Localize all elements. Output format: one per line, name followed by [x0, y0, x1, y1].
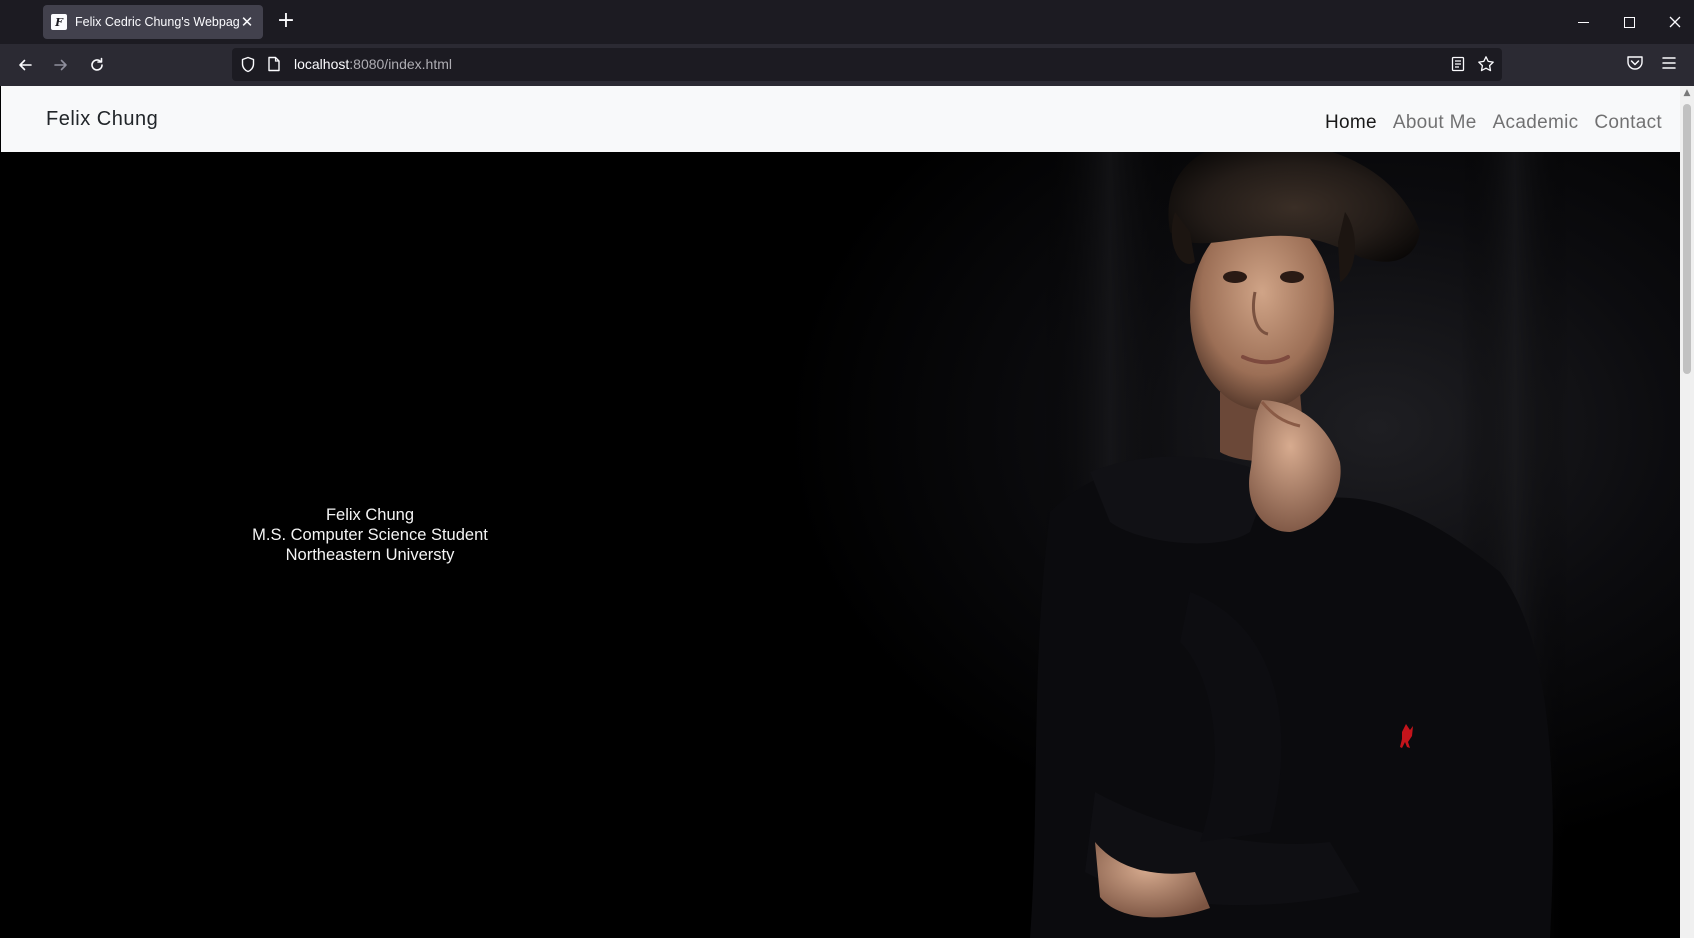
window-close-button[interactable] — [1652, 8, 1694, 36]
nav-home-link[interactable]: Home — [1317, 112, 1385, 134]
arrow-right-icon — [54, 59, 67, 71]
site-brand-link[interactable]: Felix Chung — [46, 108, 158, 131]
hero-role: M.S. Computer Science Student — [252, 526, 488, 544]
site-nav-links: Home About Me Academic Contact — [1317, 112, 1670, 134]
hero-caption: Felix Chung M.S. Computer Science Studen… — [220, 505, 520, 565]
minimize-icon — [1577, 21, 1589, 23]
reader-view-icon[interactable] — [1450, 56, 1466, 72]
browser-tab-strip: F Felix Cedric Chung's Webpage ✕ + — [0, 0, 1694, 44]
nav-about-link[interactable]: About Me — [1385, 112, 1485, 134]
window-minimize-button[interactable] — [1560, 8, 1606, 36]
maximize-icon — [1623, 16, 1635, 28]
page-viewport: Felix Chung Home About Me Academic Conta… — [0, 86, 1694, 938]
forward-button[interactable] — [46, 50, 76, 80]
hero-section: Felix Chung M.S. Computer Science Studen… — [0, 152, 1680, 938]
back-button[interactable] — [10, 50, 40, 80]
page-scrollbar[interactable]: ▲ — [1680, 86, 1694, 938]
tab-close-icon[interactable]: ✕ — [239, 13, 255, 31]
scrollbar-thumb[interactable] — [1683, 104, 1691, 374]
nav-academic-link[interactable]: Academic — [1485, 112, 1587, 134]
address-bar[interactable]: localhost:8080/index.html — [232, 48, 1502, 81]
url-host: localhost — [294, 56, 350, 72]
reload-button[interactable] — [82, 50, 112, 80]
browser-toolbar: localhost:8080/index.html — [0, 44, 1694, 86]
shield-icon[interactable] — [240, 56, 256, 73]
new-tab-button[interactable]: + — [274, 10, 298, 34]
close-icon — [1669, 16, 1681, 28]
hero-school: Northeastern Universty — [285, 546, 455, 564]
browser-tab[interactable]: F Felix Cedric Chung's Webpage ✕ — [43, 5, 263, 39]
arrow-left-icon — [19, 59, 32, 71]
bookmark-star-icon[interactable] — [1477, 55, 1495, 73]
tab-title: Felix Cedric Chung's Webpage — [75, 15, 239, 29]
hamburger-menu-icon[interactable] — [1661, 55, 1677, 71]
reload-icon — [91, 57, 103, 71]
url-path: :8080/index.html — [349, 56, 452, 72]
scroll-up-arrow-icon[interactable]: ▲ — [1682, 88, 1692, 98]
window-maximize-button[interactable] — [1606, 8, 1652, 36]
page-info-icon[interactable] — [267, 56, 281, 72]
nav-contact-link[interactable]: Contact — [1586, 112, 1670, 134]
site-navbar: Felix Chung Home About Me Academic Conta… — [0, 86, 1680, 152]
hero-name: Felix Chung — [325, 506, 415, 524]
url-text[interactable]: localhost:8080/index.html — [294, 56, 452, 72]
site-favicon-icon: F — [51, 14, 67, 30]
pocket-icon[interactable] — [1626, 54, 1644, 72]
